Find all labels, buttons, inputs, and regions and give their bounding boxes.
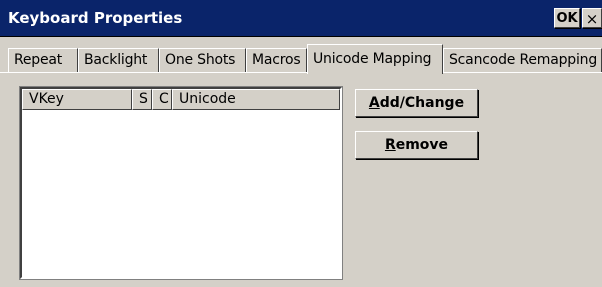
tab-macros[interactable]: Macros <box>246 48 307 72</box>
remove-label: emove <box>395 137 449 153</box>
add-change-label: dd/Change <box>379 95 465 111</box>
ok-button[interactable]: OK <box>554 8 580 28</box>
tab-strip: Repeat Backlight One Shots Macros Unicod… <box>0 44 602 74</box>
remove-mnemonic: R <box>384 137 396 153</box>
column-header-s[interactable]: S <box>132 89 152 110</box>
remove-button[interactable]: Remove <box>355 131 478 159</box>
close-button[interactable]: × <box>582 8 602 28</box>
tab-unicode-mapping[interactable]: Unicode Mapping <box>307 44 443 74</box>
tab-backlight[interactable]: Backlight <box>78 48 159 72</box>
unicode-mapping-list[interactable]: VKey S C Unicode <box>19 86 343 280</box>
window-title: Keyboard Properties <box>8 9 183 27</box>
column-header-vkey[interactable]: VKey <box>22 89 132 110</box>
tab-one-shots[interactable]: One Shots <box>159 48 246 72</box>
add-change-button[interactable]: Add/Change <box>355 89 478 117</box>
list-header: VKey S C Unicode <box>22 89 340 110</box>
column-header-c[interactable]: C <box>152 89 172 110</box>
add-change-mnemonic: A <box>368 95 380 111</box>
title-bar: Keyboard Properties OK × <box>0 0 602 37</box>
tab-scancode-remapping[interactable]: Scancode Remapping <box>443 48 602 72</box>
column-header-unicode[interactable]: Unicode <box>172 89 340 110</box>
tab-divider <box>0 72 602 73</box>
tab-repeat[interactable]: Repeat <box>8 48 78 72</box>
